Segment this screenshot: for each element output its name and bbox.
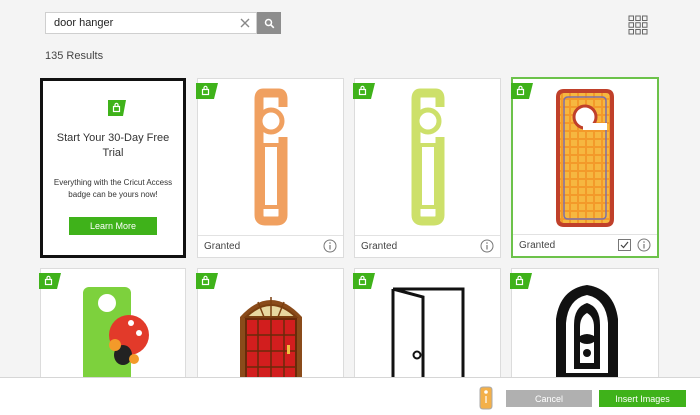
bottom-action-bar: Cancel Insert Images — [0, 377, 700, 415]
access-badge-icon — [353, 273, 375, 289]
orange-door-hanger-image — [254, 88, 287, 226]
access-promo-card: Start Your 30-Day Free Trial Everything … — [40, 78, 186, 258]
insert-images-button[interactable]: Insert Images — [599, 390, 686, 407]
access-badge-icon — [510, 273, 532, 289]
card-footer: Granted — [355, 235, 500, 257]
image-card[interactable] — [510, 268, 659, 388]
results-count: 135 Results — [45, 50, 104, 62]
info-icon[interactable] — [480, 239, 494, 253]
card-status: Granted — [204, 241, 241, 252]
search-box[interactable] — [45, 12, 257, 34]
image-card[interactable]: Granted — [353, 78, 501, 258]
open-door-outline-image — [391, 287, 465, 380]
image-card[interactable] — [196, 268, 344, 388]
red-door-image — [240, 297, 302, 382]
search-icon — [264, 18, 274, 28]
learn-more-button[interactable]: Learn More — [69, 217, 157, 235]
info-icon[interactable] — [323, 239, 337, 253]
checkbox-checked-icon[interactable] — [618, 239, 631, 251]
info-icon[interactable] — [637, 238, 651, 252]
image-card[interactable] — [353, 268, 501, 388]
clear-search-icon[interactable] — [238, 16, 252, 30]
search-button[interactable] — [257, 12, 281, 34]
access-badge-icon — [39, 273, 61, 289]
image-card[interactable] — [39, 268, 186, 388]
ornate-frame-image — [556, 285, 618, 379]
image-card-selected[interactable]: Granted — [511, 77, 659, 258]
promo-title: Start Your 30-Day Free Trial — [56, 132, 170, 159]
cancel-button[interactable]: Cancel — [506, 390, 592, 407]
lime-door-hanger-image — [411, 88, 444, 226]
access-badge-icon — [108, 100, 126, 116]
price-tag-icon[interactable] — [476, 386, 496, 410]
card-status: Granted — [519, 240, 556, 251]
search-input[interactable] — [46, 13, 234, 33]
card-footer: Granted — [513, 234, 657, 256]
image-card[interactable]: Granted — [196, 78, 344, 258]
card-footer: Granted — [198, 235, 343, 257]
grid-view-icon[interactable] — [628, 15, 648, 35]
access-badge-icon — [196, 273, 218, 289]
card-status: Granted — [361, 241, 398, 252]
monster-door-hanger-image — [83, 287, 149, 378]
promo-body: Everything with the Cricut Access badge … — [53, 178, 173, 199]
patterned-door-hanger-image — [556, 88, 614, 227]
